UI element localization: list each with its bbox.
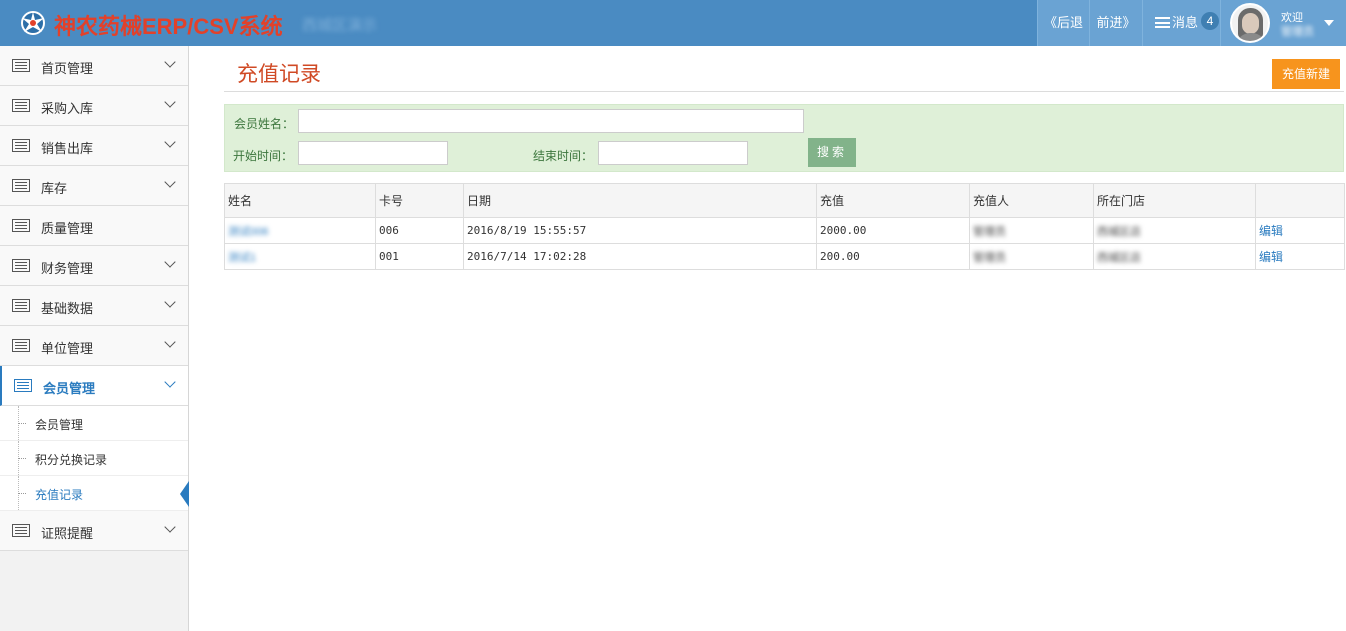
sidebar-item-members[interactable]: 会员管理	[0, 366, 188, 406]
table-row: 测试1 001 2016/7/14 17:02:28 200.00 管理员 西城…	[224, 243, 1345, 270]
list-icon	[12, 524, 30, 537]
edit-link[interactable]: 编辑	[1259, 250, 1283, 264]
chevron-down-icon	[164, 521, 176, 533]
member-name-link[interactable]: 测试1	[228, 252, 256, 264]
chevron-down-icon	[164, 376, 176, 388]
list-icon	[12, 339, 30, 352]
messages-count-badge: 4	[1201, 12, 1220, 30]
messages-button[interactable]: 消息 4	[1142, 0, 1220, 46]
sidebar-item-label: 财务管理	[41, 261, 94, 276]
sidebar-item-label: 销售出库	[41, 141, 94, 156]
sidebar-subitem-recharge-records[interactable]: 充值记录	[0, 476, 189, 511]
search-button[interactable]: 搜索	[808, 138, 856, 167]
column-header-amount: 充值	[816, 183, 970, 218]
app-logo-icon	[21, 11, 45, 35]
sidebar-item-inventory[interactable]: 库存	[0, 166, 188, 206]
sidebar-subitem-label: 会员管理	[35, 418, 84, 432]
sidebar-subitem-member-management[interactable]: 会员管理	[0, 406, 188, 441]
new-recharge-button[interactable]: 充值新建	[1272, 59, 1340, 89]
column-header-name: 姓名	[224, 183, 376, 218]
app-title: 神农药械ERP/CSV系统	[54, 14, 283, 39]
chevron-down-icon	[164, 176, 176, 188]
member-name-input[interactable]	[298, 109, 804, 133]
page-title: 充值记录	[237, 63, 321, 86]
list-icon	[12, 219, 30, 232]
list-icon	[12, 99, 30, 112]
start-time-label: 开始时间：	[233, 149, 294, 163]
card-number-cell: 006	[375, 217, 464, 244]
chevron-down-icon	[164, 96, 176, 108]
sidebar-item-quality[interactable]: 质量管理	[0, 206, 188, 246]
sidebar-item-units[interactable]: 单位管理	[0, 326, 188, 366]
table-header-row: 姓名 卡号 日期 充值 充值人 所在门店	[224, 183, 1345, 218]
user-menu[interactable]: 欢迎 管理员	[1220, 0, 1346, 46]
sidebar-item-finance[interactable]: 财务管理	[0, 246, 188, 286]
sidebar-item-purchase[interactable]: 采购入库	[0, 86, 188, 126]
forward-button[interactable]: 前进》	[1089, 0, 1142, 46]
chevron-down-icon	[164, 136, 176, 148]
sidebar-item-sales[interactable]: 销售出库	[0, 126, 188, 166]
chevron-down-icon	[164, 336, 176, 348]
avatar	[1230, 3, 1270, 43]
title-divider	[224, 91, 1344, 92]
sidebar-item-label: 单位管理	[41, 341, 94, 356]
start-time-input[interactable]	[298, 141, 448, 165]
sidebar-item-label: 质量管理	[41, 221, 94, 236]
end-time-label: 结束时间：	[533, 149, 594, 163]
operator-cell: 管理员	[973, 251, 1006, 264]
chevron-down-icon	[164, 256, 176, 268]
chevron-down-icon	[164, 296, 176, 308]
list-icon	[12, 299, 30, 312]
chevron-down-icon	[164, 56, 176, 68]
sidebar-subitem-label: 积分兑换记录	[35, 453, 108, 467]
table-row: 测试006 006 2016/8/19 15:55:57 2000.00 管理员…	[224, 217, 1345, 244]
list-icon	[1155, 17, 1170, 28]
list-icon	[12, 259, 30, 272]
amount-cell: 2000.00	[816, 217, 970, 244]
column-header-operator: 充值人	[969, 183, 1094, 218]
top-navbar: 神农药械ERP/CSV系统 西城区演示 《后退 前进》 消息 4 欢迎 管理员	[0, 0, 1346, 46]
card-number-cell: 001	[375, 243, 464, 270]
list-icon	[12, 139, 30, 152]
search-filter-panel: 会员姓名： 开始时间： 结束时间： 搜索	[224, 104, 1344, 172]
date-cell: 2016/8/19 15:55:57	[463, 217, 817, 244]
sidebar-item-label: 库存	[41, 181, 68, 196]
column-header-card: 卡号	[375, 183, 464, 218]
sidebar-subitem-label: 充值记录	[35, 488, 84, 502]
sidebar-item-license-reminder[interactable]: 证照提醒	[0, 511, 188, 551]
end-time-input[interactable]	[598, 141, 748, 165]
sidebar: 首页管理 采购入库 销售出库 库存 质量管理 财务管理 基础数据 单位管理 会员…	[0, 46, 189, 631]
operator-cell: 管理员	[973, 225, 1006, 238]
edit-link[interactable]: 编辑	[1259, 224, 1283, 238]
username: 管理员	[1281, 26, 1314, 38]
column-header-actions	[1255, 183, 1345, 218]
date-cell: 2016/7/14 17:02:28	[463, 243, 817, 270]
column-header-date: 日期	[463, 183, 817, 218]
sidebar-item-label: 基础数据	[41, 301, 94, 316]
sidebar-item-label: 会员管理	[43, 381, 96, 396]
recharge-records-table: 姓名 卡号 日期 充值 充值人 所在门店 测试006 006 2016/8/19…	[224, 183, 1345, 270]
sidebar-item-label: 采购入库	[41, 101, 94, 116]
member-name-link[interactable]: 测试006	[228, 226, 268, 238]
sidebar-item-label: 首页管理	[41, 61, 94, 76]
list-icon	[14, 379, 32, 392]
amount-cell: 200.00	[816, 243, 970, 270]
sidebar-item-home[interactable]: 首页管理	[0, 46, 188, 86]
sidebar-subitem-points-exchange[interactable]: 积分兑换记录	[0, 441, 188, 476]
list-icon	[12, 59, 30, 72]
sidebar-item-label: 证照提醒	[41, 526, 94, 541]
messages-label: 消息	[1172, 15, 1199, 30]
back-button[interactable]: 《后退	[1037, 0, 1089, 46]
app-subtitle: 西城区演示	[302, 17, 378, 34]
column-header-store: 所在门店	[1093, 183, 1256, 218]
caret-down-icon	[1324, 20, 1334, 26]
member-name-label: 会员姓名：	[234, 117, 295, 131]
list-icon	[12, 179, 30, 192]
store-cell: 西城区店	[1097, 251, 1141, 264]
store-cell: 西城区店	[1097, 225, 1141, 238]
sidebar-item-basic-data[interactable]: 基础数据	[0, 286, 188, 326]
